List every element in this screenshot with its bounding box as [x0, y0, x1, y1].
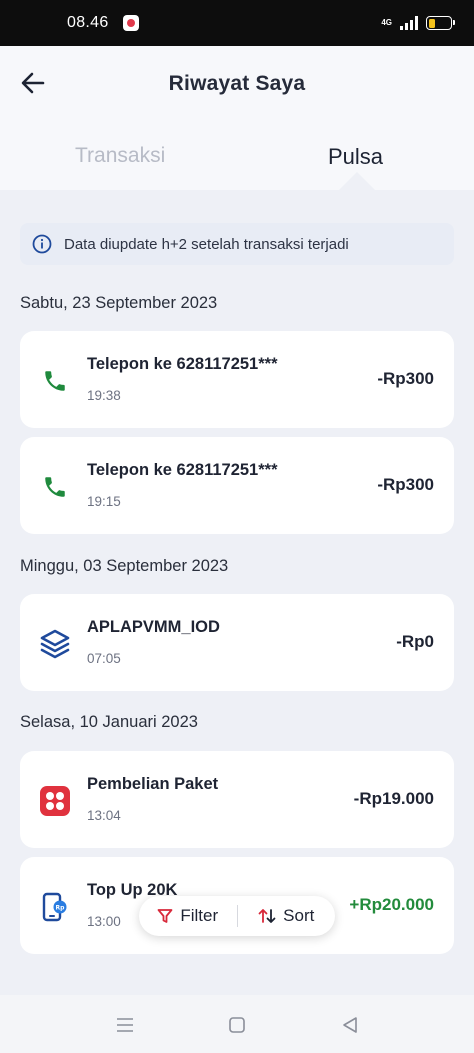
sort-icon — [258, 909, 276, 923]
transaction-time: 07:05 — [87, 651, 121, 666]
tab-pulsa[interactable]: Pulsa — [328, 144, 383, 170]
status-time: 08.46 — [67, 14, 109, 31]
date-header: Selasa, 10 Januari 2023 — [20, 713, 198, 731]
transaction-card[interactable]: Telepon ke 628117251*** 19:15 -Rp300 — [20, 437, 454, 534]
back-triangle-icon — [343, 1017, 357, 1033]
network-type-label: 4G — [381, 18, 392, 27]
page-header: Riwayat Saya Transaksi Pulsa — [0, 46, 474, 190]
filter-label: Filter — [180, 906, 219, 925]
battery-icon — [426, 16, 455, 30]
menu-icon — [117, 1018, 133, 1032]
transaction-title: Telepon ke 628117251*** — [87, 461, 278, 479]
transaction-amount: -Rp0 — [396, 632, 434, 651]
transaction-card[interactable]: Telepon ke 628117251*** 19:38 -Rp300 — [20, 331, 454, 428]
signal-icon — [400, 16, 418, 30]
home-nav-button[interactable] — [226, 1014, 248, 1036]
home-square-icon — [229, 1017, 245, 1033]
date-header: Sabtu, 23 September 2023 — [20, 294, 218, 312]
info-text: Data diupdate h+2 setelah transaksi terj… — [64, 235, 349, 253]
menu-nav-button[interactable] — [114, 1014, 136, 1036]
page-title: Riwayat Saya — [168, 72, 306, 95]
transaction-amount: -Rp300 — [377, 475, 434, 494]
phone-icon — [38, 364, 72, 398]
transaction-time: 19:15 — [87, 494, 121, 509]
sort-label: Sort — [283, 906, 315, 925]
app-notification-icon — [122, 15, 139, 31]
filter-button[interactable]: Filter — [139, 896, 237, 936]
layers-icon — [38, 627, 72, 661]
transaction-card[interactable]: APLAPVMM_IOD 07:05 -Rp0 — [20, 594, 454, 691]
info-icon — [32, 234, 52, 254]
active-tab-indicator — [339, 172, 375, 190]
info-banner: Data diupdate h+2 setelah transaksi terj… — [20, 223, 454, 265]
transaction-time: 13:00 — [87, 914, 121, 929]
tab-transaksi[interactable]: Transaksi — [75, 144, 165, 168]
date-header: Minggu, 03 September 2023 — [20, 557, 229, 575]
filter-sort-bar: Filter Sort — [139, 896, 335, 936]
back-nav-button[interactable] — [339, 1014, 361, 1036]
svg-text:Rp: Rp — [56, 905, 66, 912]
status-bar: 08.46 4G — [0, 0, 474, 46]
transaction-title: Telepon ke 628117251*** — [87, 355, 278, 373]
transaction-amount: -Rp19.000 — [353, 789, 434, 808]
system-navigation-bar — [0, 995, 474, 1053]
topup-phone-icon: Rp — [38, 890, 72, 924]
package-icon — [38, 784, 72, 818]
transaction-amount: +Rp20.000 — [349, 895, 434, 914]
sort-button[interactable]: Sort — [238, 896, 336, 936]
transaction-time: 13:04 — [87, 808, 121, 823]
transaction-card[interactable]: Pembelian Paket 13:04 -Rp19.000 — [20, 751, 454, 848]
transaction-amount: -Rp300 — [377, 369, 434, 388]
phone-icon — [38, 470, 72, 504]
filter-icon — [157, 909, 173, 923]
transaction-title: Pembelian Paket — [87, 775, 219, 793]
transaction-time: 19:38 — [87, 388, 121, 403]
transaction-title: APLAPVMM_IOD — [87, 618, 220, 636]
